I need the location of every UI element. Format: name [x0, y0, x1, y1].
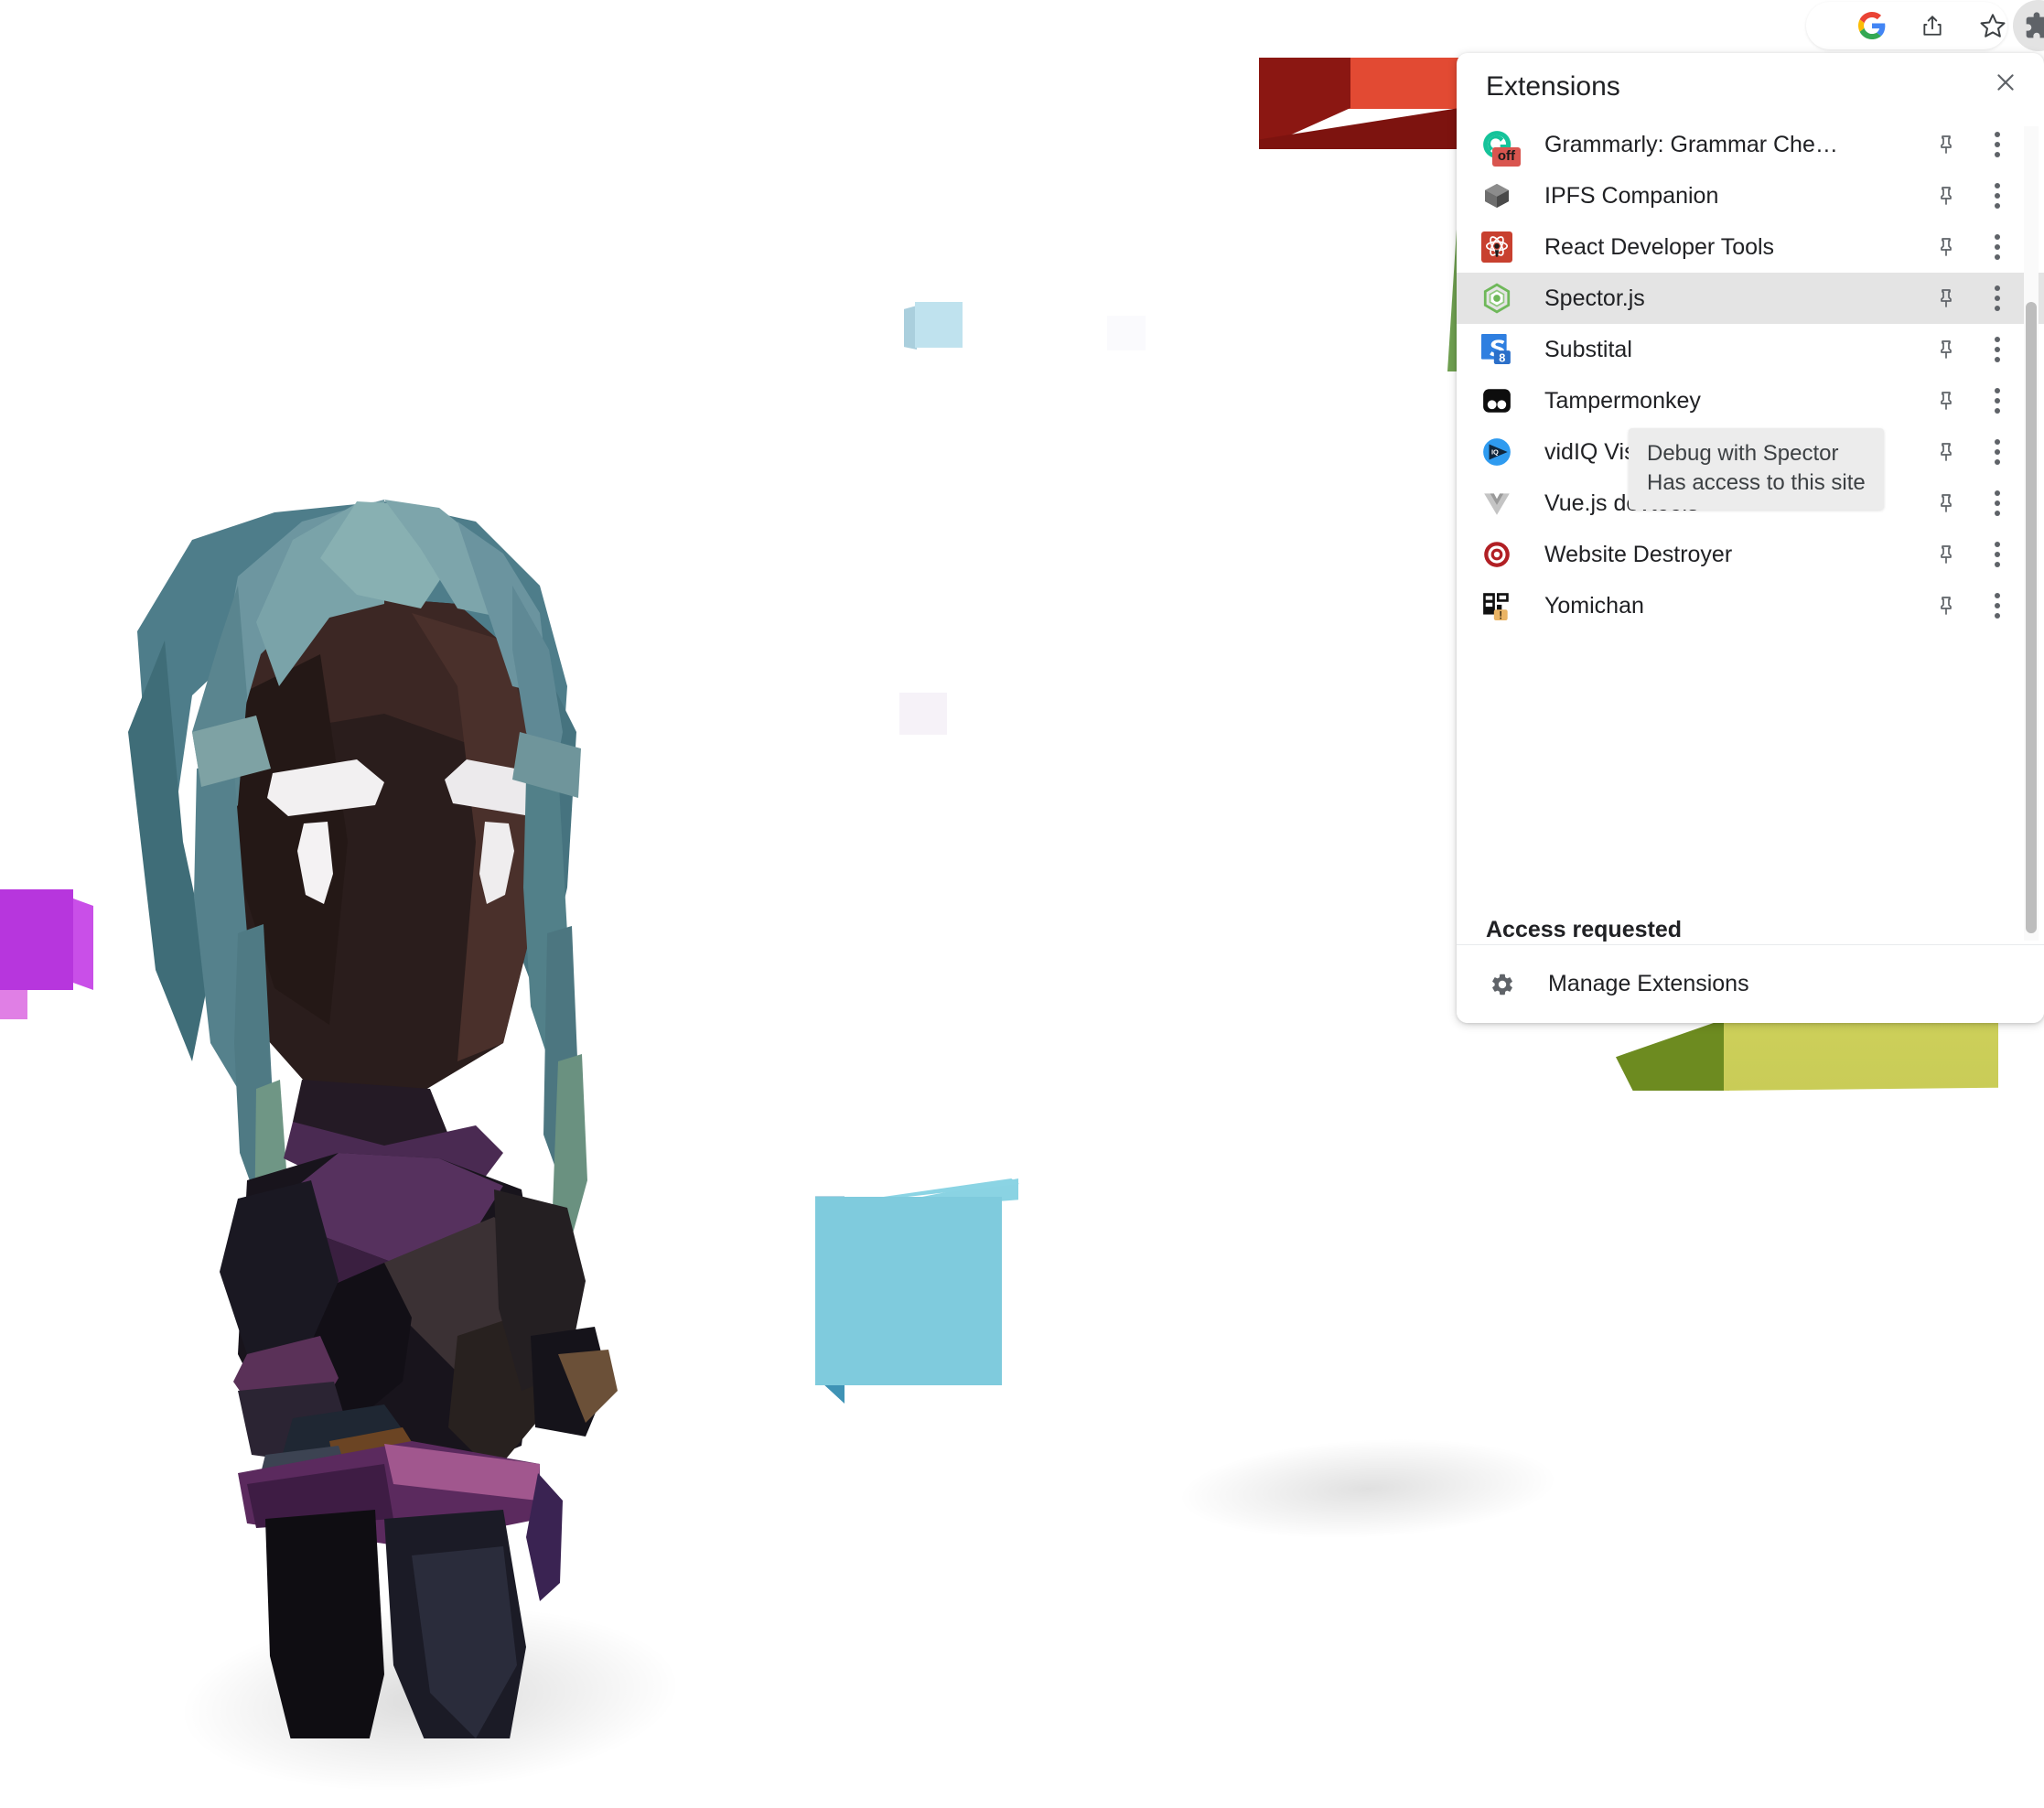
more-options-icon[interactable] [1976, 124, 2018, 166]
more-options-icon[interactable] [1976, 277, 2018, 319]
faint-lavender-square [899, 693, 947, 735]
react-icon [1477, 227, 1517, 267]
extension-row[interactable]: off Grammarly: Grammar Che… [1457, 119, 2044, 170]
extension-row[interactable]: ! Yomichan [1457, 580, 2044, 631]
pin-icon[interactable] [1925, 380, 1967, 422]
more-options-icon[interactable] [1976, 226, 2018, 268]
extension-row[interactable]: 8 Substital [1457, 324, 2044, 375]
manage-extensions-button[interactable]: Manage Extensions [1457, 944, 2044, 1023]
pin-icon[interactable] [1925, 175, 1967, 217]
close-icon[interactable] [1984, 60, 2028, 104]
spector-tooltip: Debug with Spector Has access to this si… [1629, 428, 1884, 511]
extension-off-badge: off [1491, 147, 1521, 167]
character-legs [265, 1510, 526, 1738]
more-options-icon[interactable] [1976, 328, 2018, 371]
extensions-panel: Extensions off Grammarly: Grammar Che… IPF… [1457, 53, 2044, 1023]
substital-icon: 8 [1477, 329, 1517, 370]
extension-name: React Developer Tools [1544, 233, 1775, 260]
access-requested-title: Access requested [1486, 917, 1683, 942]
pin-icon[interactable] [1925, 585, 1967, 627]
more-options-icon[interactable] [1976, 431, 2018, 473]
olive-cube-side [1616, 1017, 1729, 1091]
pin-icon[interactable] [1925, 533, 1967, 576]
small-blue-cube-face [915, 302, 963, 348]
svg-text:8: 8 [1499, 350, 1505, 364]
tampermonkey-icon [1477, 381, 1517, 421]
magenta-cube-side [73, 899, 93, 990]
extension-name: Grammarly: Grammar Che… [1544, 131, 1838, 157]
spector-hex-icon [1477, 278, 1517, 318]
pin-icon[interactable] [1925, 226, 1967, 268]
extension-row[interactable]: IPFS Companion [1457, 170, 2044, 221]
yomichan-icon: ! [1477, 586, 1517, 626]
faint-white-square [1107, 316, 1146, 350]
more-options-icon[interactable] [1976, 175, 2018, 217]
extensions-puzzle-icon[interactable] [2013, 0, 2044, 51]
ipfs-cube-icon [1477, 176, 1517, 216]
more-options-icon[interactable] [1976, 482, 2018, 524]
browser-window: Extensions off Grammarly: Grammar Che… IPF… [0, 0, 2044, 1808]
more-options-icon[interactable] [1976, 380, 2018, 422]
extension-name: Yomichan [1544, 592, 1644, 619]
manage-extensions-label: Manage Extensions [1548, 971, 1749, 996]
gear-icon [1484, 966, 1521, 1003]
more-options-icon[interactable] [1976, 585, 2018, 627]
pin-icon[interactable] [1925, 431, 1967, 473]
extensions-list[interactable]: off Grammarly: Grammar Che… IPFS Companion… [1457, 119, 2044, 728]
cube-ground-shadow [1146, 1438, 1590, 1539]
extension-name: Website Destroyer [1544, 541, 1733, 567]
pin-icon[interactable] [1925, 124, 1967, 166]
extension-row[interactable]: React Developer Tools [1457, 221, 2044, 273]
extension-name: IPFS Companion [1544, 182, 1719, 209]
extension-name: Spector.js [1544, 285, 1645, 311]
pin-icon[interactable] [1925, 328, 1967, 371]
extension-name: Tampermonkey [1544, 387, 1701, 414]
extension-row[interactable]: Tampermonkey [1457, 375, 2044, 426]
extension-row[interactable]: Website Destroyer [1457, 529, 2044, 580]
grammarly-icon: off [1477, 124, 1521, 167]
svg-text:!: ! [1499, 609, 1502, 621]
olive-cube-face [1724, 1016, 1998, 1091]
magenta-cube-lower [0, 990, 27, 1019]
vidiq-icon: IQ [1477, 432, 1517, 472]
share-icon[interactable] [1912, 5, 1953, 46]
magenta-cube-face [0, 889, 73, 990]
blue-cube-face [815, 1197, 1002, 1385]
svg-text:IQ: IQ [1491, 448, 1499, 457]
extension-name: Substital [1544, 336, 1632, 362]
pin-icon[interactable] [1925, 277, 1967, 319]
vuejs-icon [1477, 483, 1517, 523]
google-icon[interactable] [1852, 5, 1892, 46]
tooltip-line-2: Has access to this site [1647, 469, 1866, 495]
browser-toolbar [0, 0, 2044, 51]
panel-header: Extensions [1457, 53, 2044, 119]
tooltip-line-1: Debug with Spector [1647, 441, 1839, 466]
bookmark-star-icon[interactable] [1973, 5, 2013, 46]
pin-icon[interactable] [1925, 482, 1967, 524]
extension-row[interactable]: Spector.js [1457, 273, 2044, 324]
game-character [128, 500, 618, 1738]
page-title: Extensions [1486, 71, 1620, 102]
panel-scrollbar-thumb[interactable] [2026, 302, 2037, 933]
more-options-icon[interactable] [1976, 533, 2018, 576]
website-destroyer-icon [1477, 534, 1517, 575]
